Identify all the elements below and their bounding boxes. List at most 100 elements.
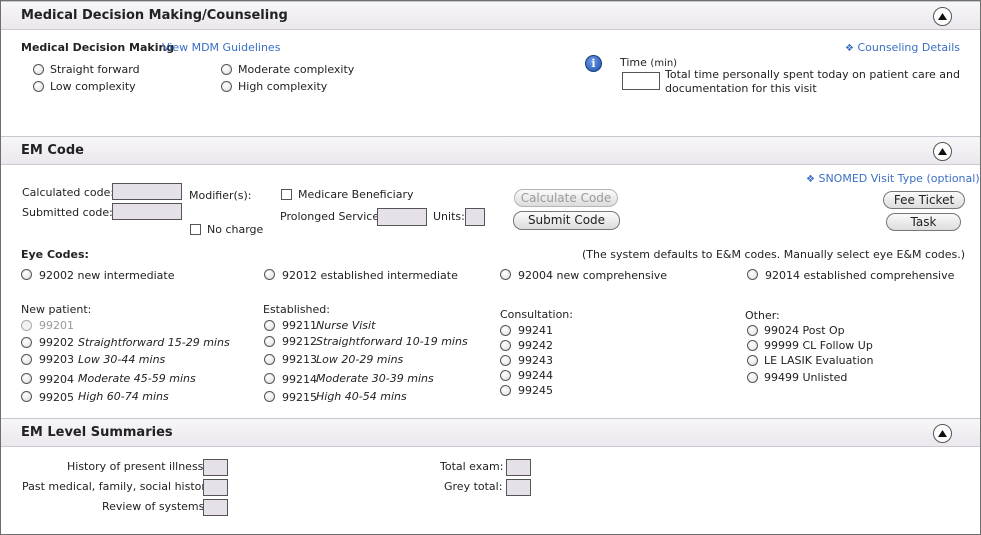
established-desc: High 40-54 mins [316,390,407,403]
new-patient-desc: Low 30-44 mins [78,353,166,366]
em-collapse-button[interactable] [933,142,952,161]
em-section-header: EM Code [1,136,980,165]
new-patient-radio[interactable] [21,354,32,365]
new-patient-radio[interactable] [21,337,32,348]
ros-field [203,499,228,516]
em-section-title: EM Code [21,143,84,158]
consultation-radio[interactable] [500,370,511,381]
summary-section-header: EM Level Summaries [1,418,980,447]
new-patient-radio[interactable] [21,391,32,402]
eye-code-radio[interactable] [500,269,511,280]
new-patient-label: New patient: [21,303,92,316]
task-button[interactable]: Task [886,213,961,231]
grey-total-field [506,479,531,496]
mdm-section-header: Medical Decision Making/Counseling [1,1,980,30]
eye-code-radio[interactable] [747,269,758,280]
other-radio[interactable] [747,325,758,336]
other-code: 99499 Unlisted [764,371,848,384]
hpi-field [203,459,228,476]
established-radio[interactable] [264,391,275,402]
eye-codes-label: Eye Codes: [21,248,89,261]
other-radio[interactable] [747,372,758,383]
submit-code-button[interactable]: Submit Code [513,211,620,230]
snomed-visit-type-link[interactable]: ❖ SNOMED Visit Type (optional) [806,172,980,185]
units-input[interactable] [465,208,485,226]
established-desc: Low 20-29 mins [316,353,404,366]
mdm-option-label: Straight forward [50,63,140,76]
eye-code-radio[interactable] [21,269,32,280]
mdm-straightforward-radio[interactable] [33,64,44,75]
mdm-moderate-radio[interactable] [221,64,232,75]
medicare-beneficiary-label: Medicare Beneficiary [298,188,414,201]
prolonged-service-label: Prolonged Service: [280,210,383,223]
consultation-code: 99245 [518,384,553,397]
new-patient-code: 99202 [39,336,74,349]
counseling-details-link[interactable]: ❖ Counseling Details [845,41,960,54]
calculate-code-button[interactable]: Calculate Code [514,189,618,207]
mdm-option-label: Low complexity [50,80,136,93]
view-mdm-guidelines-link[interactable]: View MDM Guidelines [162,41,280,54]
snomed-visit-type-text: SNOMED Visit Type (optional) [818,172,980,185]
submitted-code-label: Submitted code: [22,206,113,219]
established-radio[interactable] [264,354,275,365]
other-code: 99999 CL Follow Up [764,339,873,352]
no-charge-checkbox[interactable] [190,224,201,235]
pmfsh-field [203,479,228,496]
consultation-code: 99244 [518,369,553,382]
other-radio[interactable] [747,340,758,351]
time-label-text: Time [620,56,647,69]
time-input[interactable] [622,72,660,90]
established-radio[interactable] [264,320,275,331]
mdm-option-label: High complexity [238,80,328,93]
established-label: Established: [263,303,330,316]
established-desc: Straightforward 10-19 mins [316,335,468,348]
time-description-line1: Total time personally spent today on pat… [665,68,961,81]
new-patient-code: 99205 [39,391,74,404]
prolonged-service-input[interactable] [377,208,427,226]
summary-section-title: EM Level Summaries [21,425,173,440]
modifiers-label: Modifier(s): [189,189,252,202]
new-patient-radio[interactable] [21,373,32,384]
summary-collapse-button[interactable] [933,424,952,443]
consultation-radio[interactable] [500,340,511,351]
mdm-section-title: Medical Decision Making/Counseling [21,8,288,23]
diamond-icon: ❖ [845,43,854,54]
new-patient-radio[interactable] [21,320,32,331]
mdm-high-radio[interactable] [221,81,232,92]
mdm-option-label: Moderate complexity [238,63,355,76]
established-code: 99211 [282,319,317,332]
other-radio[interactable] [747,355,758,366]
medicare-beneficiary-checkbox[interactable] [281,189,292,200]
established-desc: Moderate 30-39 mins [316,372,434,385]
info-icon[interactable]: i [585,55,602,72]
mdm-low-radio[interactable] [33,81,44,92]
units-label: Units: [433,210,465,223]
mdm-collapse-button[interactable] [933,7,952,26]
ros-label: Review of systems: [102,500,209,513]
consultation-radio[interactable] [500,355,511,366]
new-patient-desc: Moderate 45-59 mins [78,372,196,385]
consultation-code: 99243 [518,354,553,367]
other-code: LE LASIK Evaluation [764,354,874,367]
established-radio[interactable] [264,336,275,347]
collapse-up-icon [938,148,947,155]
pmfsh-label: Past medical, family, social history: [22,480,216,493]
established-code: 99215 [282,391,317,404]
mdm-label: Medical Decision Making [21,41,175,54]
submitted-code-input[interactable] [112,203,182,220]
consultation-code: 99242 [518,339,553,352]
new-patient-code: 99204 [39,373,74,386]
consultation-radio[interactable] [500,325,511,336]
fee-ticket-button[interactable]: Fee Ticket [883,191,965,209]
established-radio[interactable] [264,373,275,384]
consultation-radio[interactable] [500,385,511,396]
new-patient-desc: High 60-74 mins [78,390,169,403]
grey-total-label: Grey total: [444,480,503,493]
established-code: 99213 [282,353,317,366]
no-charge-label: No charge [207,223,264,236]
consultation-label: Consultation: [500,308,573,321]
eye-code-radio[interactable] [264,269,275,280]
new-patient-desc: Straightforward 15-29 mins [78,336,230,349]
total-exam-label: Total exam: [440,460,504,473]
diamond-icon: ❖ [806,174,815,185]
